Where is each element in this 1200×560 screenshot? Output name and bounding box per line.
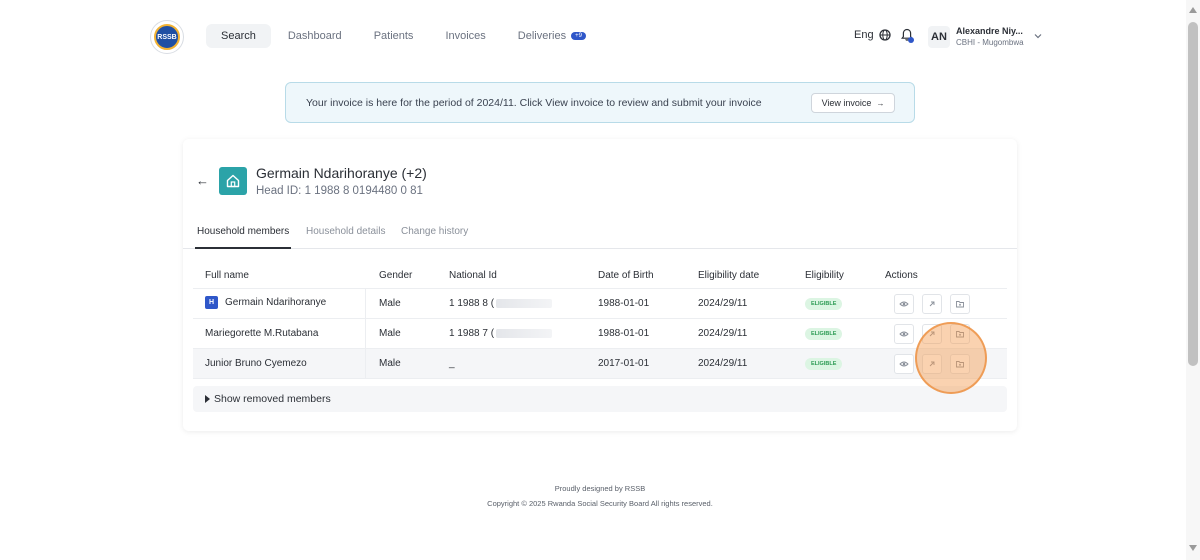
show-removed-members-toggle[interactable]: Show removed members bbox=[193, 386, 1007, 412]
household-head-name: Germain Ndarihoranye (+2) bbox=[256, 165, 427, 181]
globe-icon bbox=[878, 29, 891, 41]
redacted-id-mask bbox=[496, 298, 553, 308]
eye-icon bbox=[899, 301, 909, 307]
full-name-cell: Junior Bruno Cyemezo bbox=[205, 358, 307, 369]
scroll-down-arrow[interactable] bbox=[1189, 545, 1197, 551]
national-id-cell: 1 1988 8 ( bbox=[449, 298, 553, 309]
nav-label: Deliveries bbox=[517, 30, 567, 42]
tab-household-details[interactable]: Household details bbox=[306, 226, 386, 249]
eligibility-date-cell: 2024/29/11 bbox=[698, 298, 748, 309]
column-header: Actions bbox=[885, 270, 918, 281]
column-header: Full name bbox=[205, 270, 249, 281]
full-name-cell: H Germain Ndarihoranye bbox=[205, 296, 326, 309]
table-header: Full name Gender National Id Date of Bir… bbox=[193, 261, 1007, 289]
table-row[interactable]: Mariegorette M.Rutabana Male 1 1988 7 ( … bbox=[193, 319, 1007, 349]
show-removed-members-label: Show removed members bbox=[214, 393, 331, 405]
nav-item-dashboard[interactable]: Dashboard bbox=[273, 24, 357, 48]
deliveries-count-badge: +9 bbox=[571, 32, 586, 40]
transfer-member-button[interactable] bbox=[922, 294, 942, 314]
column-header: National Id bbox=[449, 270, 497, 281]
view-invoice-button[interactable]: View invoice → bbox=[811, 93, 895, 113]
avatar[interactable]: AN bbox=[928, 26, 950, 48]
invoice-banner: Your invoice is here for the period of 2… bbox=[285, 82, 915, 123]
click-highlight bbox=[915, 322, 987, 394]
chevron-down-icon[interactable] bbox=[1033, 31, 1043, 41]
nav-item-search[interactable]: Search bbox=[206, 24, 271, 48]
nav-item-invoices[interactable]: Invoices bbox=[430, 24, 500, 48]
view-member-button[interactable] bbox=[894, 294, 914, 314]
home-icon bbox=[226, 174, 240, 188]
household-head-badge: H bbox=[205, 296, 218, 309]
dob-cell: 2017-01-01 bbox=[598, 358, 650, 369]
household-avatar bbox=[219, 167, 247, 195]
table-row[interactable]: Junior Bruno Cyemezo Male _ 2017-01-01 2… bbox=[193, 349, 1007, 379]
arrow-right-icon: → bbox=[876, 98, 885, 108]
column-divider bbox=[365, 349, 366, 379]
column-divider bbox=[365, 319, 366, 349]
gender-cell: Male bbox=[379, 298, 401, 309]
folder-icon bbox=[956, 301, 964, 308]
dob-cell: 1988-01-01 bbox=[598, 328, 650, 339]
national-id-cell: 1 1988 7 ( bbox=[449, 328, 553, 339]
tab-household-members[interactable]: Household members bbox=[195, 226, 292, 249]
dob-cell: 1988-01-01 bbox=[598, 298, 650, 309]
tab-change-history[interactable]: Change history bbox=[401, 226, 468, 249]
language-selector[interactable]: Eng bbox=[854, 29, 891, 41]
household-head-id: Head ID: 1 1988 8 0194480 0 81 bbox=[256, 185, 423, 197]
household-tabs: Household members Household details Chan… bbox=[183, 223, 1017, 249]
members-table: Full name Gender National Id Date of Bir… bbox=[193, 261, 1007, 379]
nav-label: Invoices bbox=[445, 30, 486, 42]
column-header: Eligibility date bbox=[698, 270, 760, 281]
eye-icon bbox=[899, 331, 909, 337]
eligibility-date-cell: 2024/29/11 bbox=[698, 358, 748, 369]
view-member-button[interactable] bbox=[894, 324, 914, 344]
national-id: 1 1988 7 ( bbox=[449, 328, 495, 339]
nav-item-deliveries[interactable]: Deliveries +9 bbox=[503, 24, 601, 48]
banner-message: Your invoice is here for the period of 2… bbox=[306, 97, 762, 109]
back-arrow-icon[interactable]: ← bbox=[196, 173, 209, 188]
caret-right-icon bbox=[205, 395, 210, 403]
full-name: Germain Ndarihoranye bbox=[225, 297, 327, 309]
household-card: ← Germain Ndarihoranye (+2) Head ID: 1 1… bbox=[183, 139, 1017, 431]
top-navbar: RSSB Search Dashboard Patients Invoices … bbox=[0, 0, 1186, 72]
column-header: Date of Birth bbox=[598, 270, 654, 281]
footer-copyright: Copyright © 2025 Rwanda Social Security … bbox=[487, 499, 713, 508]
nav-label: Dashboard bbox=[287, 30, 342, 42]
national-id: 1 1988 8 ( bbox=[449, 298, 495, 309]
user-name[interactable]: Alexandre Niy... bbox=[956, 26, 1026, 36]
member-folder-button[interactable] bbox=[950, 294, 970, 314]
eligibility-date-cell: 2024/29/11 bbox=[698, 328, 748, 339]
page-scrollbar[interactable] bbox=[1186, 0, 1200, 560]
gender-cell: Male bbox=[379, 358, 401, 369]
column-header: Eligibility bbox=[805, 270, 844, 281]
view-invoice-label: View invoice bbox=[821, 98, 872, 108]
rssb-logo[interactable]: RSSB bbox=[150, 20, 184, 54]
arrow-up-right-icon bbox=[929, 301, 935, 307]
logo-text: RSSB bbox=[154, 24, 180, 50]
gender-cell: Male bbox=[379, 328, 401, 339]
language-label: Eng bbox=[854, 29, 874, 41]
notification-dot bbox=[908, 37, 914, 43]
column-header: Gender bbox=[379, 270, 413, 281]
eye-icon bbox=[899, 361, 909, 367]
main-nav: Search Dashboard Patients Invoices Deliv… bbox=[206, 24, 603, 48]
eligibility-badge: ELIGIBLE bbox=[805, 328, 843, 340]
redacted-id-mask bbox=[496, 328, 553, 338]
scroll-thumb[interactable] bbox=[1188, 22, 1198, 366]
view-member-button[interactable] bbox=[894, 354, 914, 374]
eligibility-badge: ELIGIBLE bbox=[805, 358, 843, 370]
full-name-cell: Mariegorette M.Rutabana bbox=[205, 328, 319, 339]
column-divider bbox=[365, 289, 366, 319]
national-id-cell: _ bbox=[449, 358, 455, 369]
user-organization: CBHI - Mugombwa bbox=[956, 38, 1024, 47]
footer-designed-by: Proudly designed by RSSB bbox=[554, 484, 646, 493]
nav-item-patients[interactable]: Patients bbox=[359, 24, 429, 48]
page: RSSB Search Dashboard Patients Invoices … bbox=[0, 0, 1200, 560]
eligibility-badge: ELIGIBLE bbox=[805, 298, 843, 310]
nav-label: Search bbox=[221, 30, 256, 42]
table-row[interactable]: H Germain Ndarihoranye Male 1 1988 8 ( 19… bbox=[193, 289, 1007, 319]
scroll-up-arrow[interactable] bbox=[1189, 7, 1197, 13]
nav-label: Patients bbox=[373, 30, 414, 42]
